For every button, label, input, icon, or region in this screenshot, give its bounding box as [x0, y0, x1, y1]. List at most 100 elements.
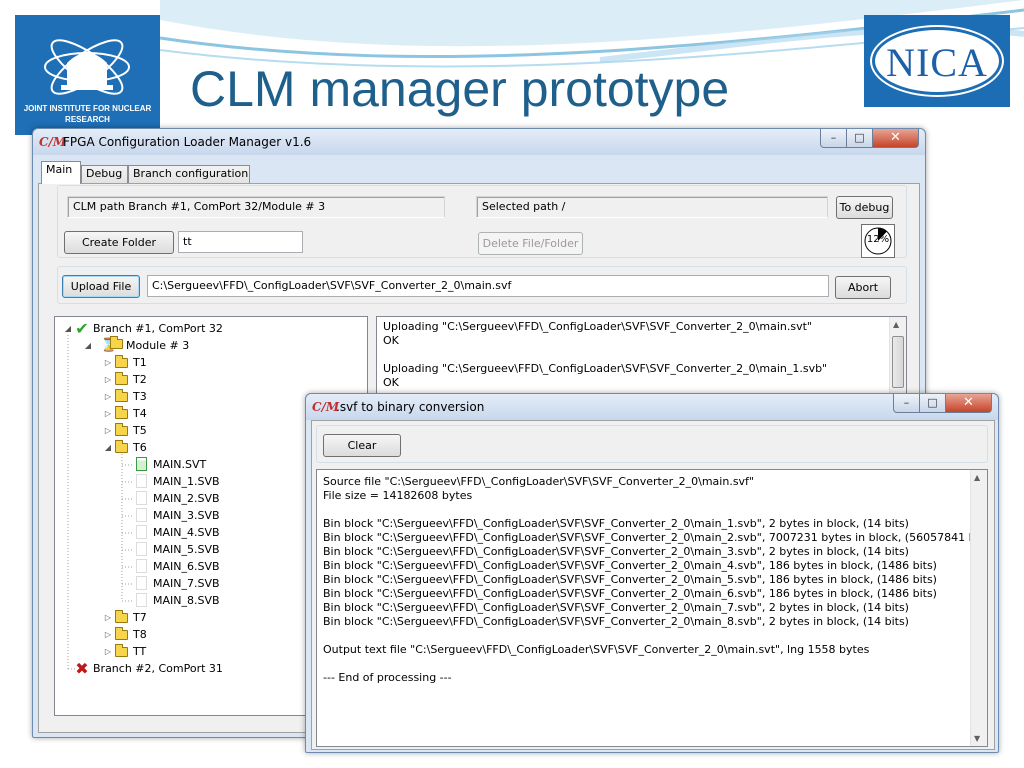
- file-icon: [134, 525, 150, 540]
- collapse-arrow-icon[interactable]: ◢: [63, 320, 73, 337]
- collapse-arrow-icon[interactable]: ◢: [103, 439, 113, 456]
- svf-window-titlebar[interactable]: C/M .svf to binary conversion – □ ✕: [306, 394, 998, 420]
- tree-node-label: T6: [133, 441, 147, 454]
- jinr-logo: JOINT INSTITUTE FOR NUCLEAR RESEARCH: [15, 15, 160, 135]
- log-line: Uploading "C:\Sergueev\FFD\_ConfigLoader…: [383, 362, 828, 375]
- scroll-thumb[interactable]: [892, 336, 904, 388]
- tab-branch-configuration[interactable]: Branch configuration: [128, 165, 250, 183]
- nica-logo-text: NICA: [886, 40, 988, 85]
- close-button[interactable]: ✕: [873, 129, 919, 148]
- hourglass-folder-icon: ⌛: [94, 336, 124, 353]
- log-line: Output text file "C:\Sergueev\FFD\_Confi…: [323, 643, 870, 656]
- expand-arrow-icon[interactable]: ▷: [103, 405, 113, 422]
- tree-node[interactable]: ◢ ✔ Branch #1, ComPort 32: [55, 320, 365, 337]
- tree-node-label: TT: [133, 645, 147, 658]
- upload-file-button[interactable]: Upload File: [62, 275, 140, 298]
- expand-arrow-icon[interactable]: ▷: [103, 609, 113, 626]
- log-line: Bin block "C:\Sergueev\FFD\_ConfigLoader…: [323, 545, 909, 558]
- tree-node-label: T7: [133, 611, 147, 624]
- log-line: --- End of processing ---: [323, 671, 452, 684]
- scroll-down-icon[interactable]: ▼: [974, 734, 980, 743]
- file-icon: [134, 593, 150, 608]
- tree-node[interactable]: ▷ T1: [55, 354, 365, 371]
- to-debug-button[interactable]: To debug: [836, 196, 893, 219]
- expand-arrow-icon[interactable]: ▷: [103, 626, 113, 643]
- tree-node-label: T1: [133, 356, 147, 369]
- conversion-log-scrollbar[interactable]: ▲ ▼: [970, 470, 987, 746]
- upload-progress-indicator: 12%: [861, 224, 895, 258]
- scroll-up-icon[interactable]: ▲: [974, 473, 980, 482]
- scroll-up-icon[interactable]: ▲: [893, 320, 899, 329]
- upload-path-input[interactable]: C:\Sergueev\FFD\_ConfigLoader\SVF\SVF_Co…: [147, 275, 829, 297]
- expand-arrow-icon[interactable]: ▷: [103, 422, 113, 439]
- create-folder-button[interactable]: Create Folder: [64, 231, 174, 254]
- folder-icon: [114, 355, 130, 370]
- tree-node[interactable]: ▷ T2: [55, 371, 365, 388]
- abort-button[interactable]: Abort: [835, 276, 891, 299]
- log-line: Uploading "C:\Sergueev\FFD\_ConfigLoader…: [383, 320, 812, 333]
- clear-button[interactable]: Clear: [323, 434, 401, 457]
- folder-name-input[interactable]: tt: [178, 231, 303, 253]
- nica-logo: NICA: [864, 15, 1010, 107]
- log-line: Bin block "C:\Sergueev\FFD\_ConfigLoader…: [323, 559, 937, 572]
- delete-file-folder-button[interactable]: Delete File/Folder: [478, 232, 583, 255]
- folder-icon: [114, 440, 130, 455]
- tree-node-label: Branch #1, ComPort 32: [93, 322, 223, 335]
- file-icon: [134, 576, 150, 591]
- collapse-arrow-icon[interactable]: ◢: [83, 337, 93, 354]
- tree-node-label: Branch #2, ComPort 31: [93, 662, 223, 675]
- tree-node-label: Module # 3: [126, 339, 190, 352]
- svf-window-title: .svf to binary conversion: [336, 400, 485, 414]
- log-line: Bin block "C:\Sergueev\FFD\_ConfigLoader…: [323, 615, 909, 628]
- folder-icon: [114, 644, 130, 659]
- log-line: Bin block "C:\Sergueev\FFD\_ConfigLoader…: [323, 573, 937, 586]
- upload-log-scrollbar[interactable]: ▲: [889, 317, 906, 395]
- minimize-button[interactable]: –: [820, 129, 847, 148]
- tree-node[interactable]: ◢ ⌛ Module # 3: [55, 336, 365, 354]
- folder-icon: [114, 610, 130, 625]
- clm-app-icon: C/M: [39, 135, 67, 149]
- selected-path-label: Selected path /: [476, 196, 828, 218]
- minimize-button[interactable]: –: [893, 394, 920, 413]
- main-window-titlebar[interactable]: C/M FPGA Configuration Loader Manager v1…: [33, 129, 925, 155]
- svf-window-client: Clear --- End of processing --- Output te…: [311, 420, 995, 750]
- slide-title: CLM manager prototype: [190, 61, 730, 117]
- tab-main[interactable]: Main: [41, 161, 81, 184]
- close-button[interactable]: ✕: [946, 394, 992, 413]
- tree-node-label: T3: [133, 390, 147, 403]
- expand-arrow-icon[interactable]: ▷: [103, 643, 113, 660]
- file-icon: [134, 508, 150, 523]
- folder-icon: [114, 627, 130, 642]
- tree-node-label: T2: [133, 373, 147, 386]
- window-controls: – □ ✕: [893, 394, 992, 414]
- upload-log[interactable]: OK Uploading "C:\Sergueev\FFD\_ConfigLoad…: [376, 316, 907, 396]
- maximize-button[interactable]: □: [920, 394, 946, 413]
- maximize-button[interactable]: □: [847, 129, 873, 148]
- log-line: Bin block "C:\Sergueev\FFD\_ConfigLoader…: [323, 587, 937, 600]
- tree-node-label: MAIN_3.SVB: [153, 509, 220, 522]
- log-line: OK: [383, 376, 399, 389]
- text-file-icon: [134, 457, 150, 472]
- tree-node-label: MAIN_1.SVB: [153, 475, 220, 488]
- expand-arrow-icon[interactable]: ▷: [103, 388, 113, 405]
- check-icon: ✔: [75, 319, 89, 338]
- tree-node-label: MAIN_2.SVB: [153, 492, 220, 505]
- tab-debug[interactable]: Debug: [81, 165, 128, 183]
- conversion-log[interactable]: --- End of processing --- Output text fil…: [316, 469, 988, 747]
- folder-icon: [114, 389, 130, 404]
- tree-node-label: T5: [133, 424, 147, 437]
- tree-node-label: MAIN_8.SVB: [153, 594, 220, 607]
- file-icon: [134, 559, 150, 574]
- expand-arrow-icon[interactable]: ▷: [103, 354, 113, 371]
- log-line: OK: [383, 334, 399, 347]
- clear-groupbox: [316, 425, 988, 463]
- file-icon: [134, 491, 150, 506]
- tree-node-label: MAIN_5.SVB: [153, 543, 220, 556]
- folder-icon: [114, 406, 130, 421]
- progress-percent: 12%: [866, 234, 890, 245]
- jinr-emblem-icon: [44, 39, 130, 95]
- tree-node-label: MAIN_7.SVB: [153, 577, 220, 590]
- main-window-title: FPGA Configuration Loader Manager v1.6: [63, 135, 312, 149]
- log-line: File size = 14182608 bytes: [323, 489, 473, 502]
- expand-arrow-icon[interactable]: ▷: [103, 371, 113, 388]
